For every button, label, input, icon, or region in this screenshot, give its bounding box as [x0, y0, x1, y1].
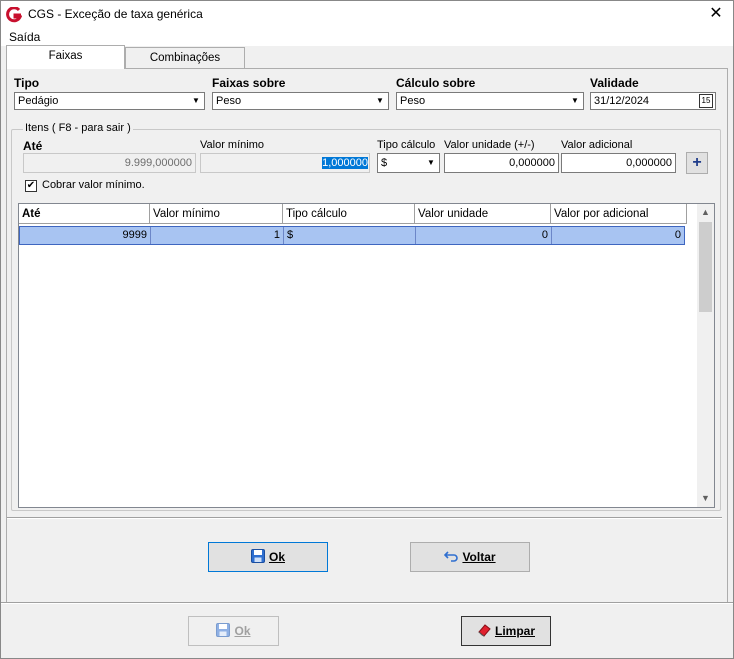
valor-unidade-label: Valor unidade (+/-) — [444, 139, 535, 151]
voltar-button[interactable]: Voltar — [410, 542, 530, 572]
app-logo-icon — [6, 7, 22, 23]
calendar-icon[interactable]: 15 — [699, 94, 713, 108]
valor-minimo-input[interactable]: 1,000000 — [200, 153, 370, 173]
validade-date-input[interactable]: 31/12/2024 15 — [590, 92, 716, 110]
column-header-valor-por-adicional[interactable]: Valor por adicional — [551, 204, 687, 224]
ate-value: 9.999,000000 — [124, 157, 192, 169]
faixas-sobre-select[interactable]: Peso ▼ — [212, 92, 389, 110]
chevron-down-icon: ▼ — [192, 96, 200, 105]
divider — [7, 517, 722, 519]
chevron-down-icon: ▼ — [571, 96, 579, 105]
tab-combinacoes-adicionais[interactable]: Combinações adicionais — [125, 47, 245, 84]
voltar-label: Voltar — [462, 550, 496, 564]
tipo-value: Pedágio — [18, 95, 59, 107]
cobrar-valor-minimo-checkbox[interactable]: ✔ — [25, 180, 37, 192]
valor-minimo-label: Valor mínimo — [200, 139, 264, 151]
valor-adicional-value: 0,000000 — [626, 157, 672, 169]
menu-item-saida[interactable]: Saída — [9, 30, 40, 44]
ok-outer-label: Ok — [234, 624, 251, 638]
cell-valor-por-adicional: 0 — [674, 229, 681, 241]
close-icon: ✕ — [709, 5, 723, 22]
ate-input: 9.999,000000 — [23, 153, 196, 173]
cell-valor-unidade: 0 — [416, 227, 552, 244]
save-icon — [250, 549, 265, 563]
divider — [1, 602, 733, 604]
calculo-sobre-value: Peso — [400, 95, 426, 107]
window-title: CGS - Exceção de taxa genérica — [28, 7, 203, 21]
ok-inner-button[interactable]: Ok — [208, 542, 328, 572]
faixas-sobre-label: Faixas sobre — [212, 76, 286, 90]
column-header-tipo-calculo[interactable]: Tipo cálculo — [283, 204, 415, 224]
chevron-down-icon: ▼ — [376, 96, 384, 105]
eraser-icon — [478, 624, 491, 637]
tipo-calculo-label: Tipo cálculo — [377, 139, 436, 151]
ok-inner-label: Ok — [268, 550, 285, 564]
valor-adicional-label: Valor adicional — [561, 139, 633, 151]
valor-adicional-input[interactable]: 0,000000 — [561, 153, 676, 173]
cell-valor-minimo: 1 — [151, 227, 284, 244]
itens-grid[interactable]: Até Valor mínimo Tipo cálculo Valor unid… — [18, 203, 715, 508]
valor-unidade-input[interactable]: 0,000000 — [444, 153, 559, 173]
faixas-sobre-value: Peso — [216, 95, 242, 107]
title-bar: CGS - Exceção de taxa genérica ✕ — [1, 1, 733, 29]
validade-label: Validade — [590, 76, 639, 90]
cell-tipo-calculo: $ — [284, 227, 416, 244]
valor-minimo-value: 1,000000 — [322, 157, 368, 169]
validade-value: 31/12/2024 — [594, 95, 650, 107]
tipo-calculo-select[interactable]: $ ▼ — [377, 153, 440, 173]
tipo-calculo-value: $ — [381, 157, 388, 169]
calculo-sobre-select[interactable]: Peso ▼ — [396, 92, 584, 110]
cell-ate: 9999 — [20, 227, 151, 244]
scroll-thumb[interactable] — [699, 222, 712, 312]
chevron-down-icon: ▼ — [427, 158, 435, 167]
limpar-button[interactable]: Limpar — [461, 616, 551, 646]
itens-legend: Itens ( F8 - para sair ) — [23, 122, 133, 134]
plus-icon: + — [692, 154, 702, 171]
column-header-valor-unidade[interactable]: Valor unidade — [415, 204, 551, 224]
column-header-ate[interactable]: Até — [19, 204, 150, 224]
ok-outer-button[interactable]: Ok — [188, 616, 279, 646]
main-window: CGS - Exceção de taxa genérica ✕ Saída C… — [0, 0, 734, 659]
save-icon — [216, 623, 231, 637]
column-header-valor-minimo[interactable]: Valor mínimo — [150, 204, 283, 224]
tipo-label: Tipo — [14, 76, 40, 90]
scroll-down-icon[interactable]: ▼ — [697, 490, 714, 507]
tipo-select[interactable]: Pedágio ▼ — [14, 92, 205, 110]
ate-label: Até — [23, 139, 43, 153]
grid-vertical-scrollbar[interactable]: ▲ ▼ — [697, 204, 714, 507]
valor-unidade-value: 0,000000 — [509, 157, 555, 169]
menu-bar: Saída — [1, 29, 733, 46]
table-row[interactable]: 9999 1 $ 0 0 — [19, 226, 685, 245]
scroll-up-icon[interactable]: ▲ — [697, 204, 714, 221]
close-button[interactable]: ✕ — [699, 1, 733, 29]
calculo-sobre-label: Cálculo sobre — [396, 76, 476, 90]
tab-faixas[interactable]: Faixas — [6, 45, 125, 69]
add-item-button[interactable]: + — [686, 152, 708, 174]
cobrar-valor-minimo-label: Cobrar valor mínimo. — [42, 179, 145, 191]
checkmark-icon: ✔ — [26, 180, 36, 191]
undo-arrow-icon — [444, 551, 459, 562]
limpar-label: Limpar — [494, 624, 535, 638]
